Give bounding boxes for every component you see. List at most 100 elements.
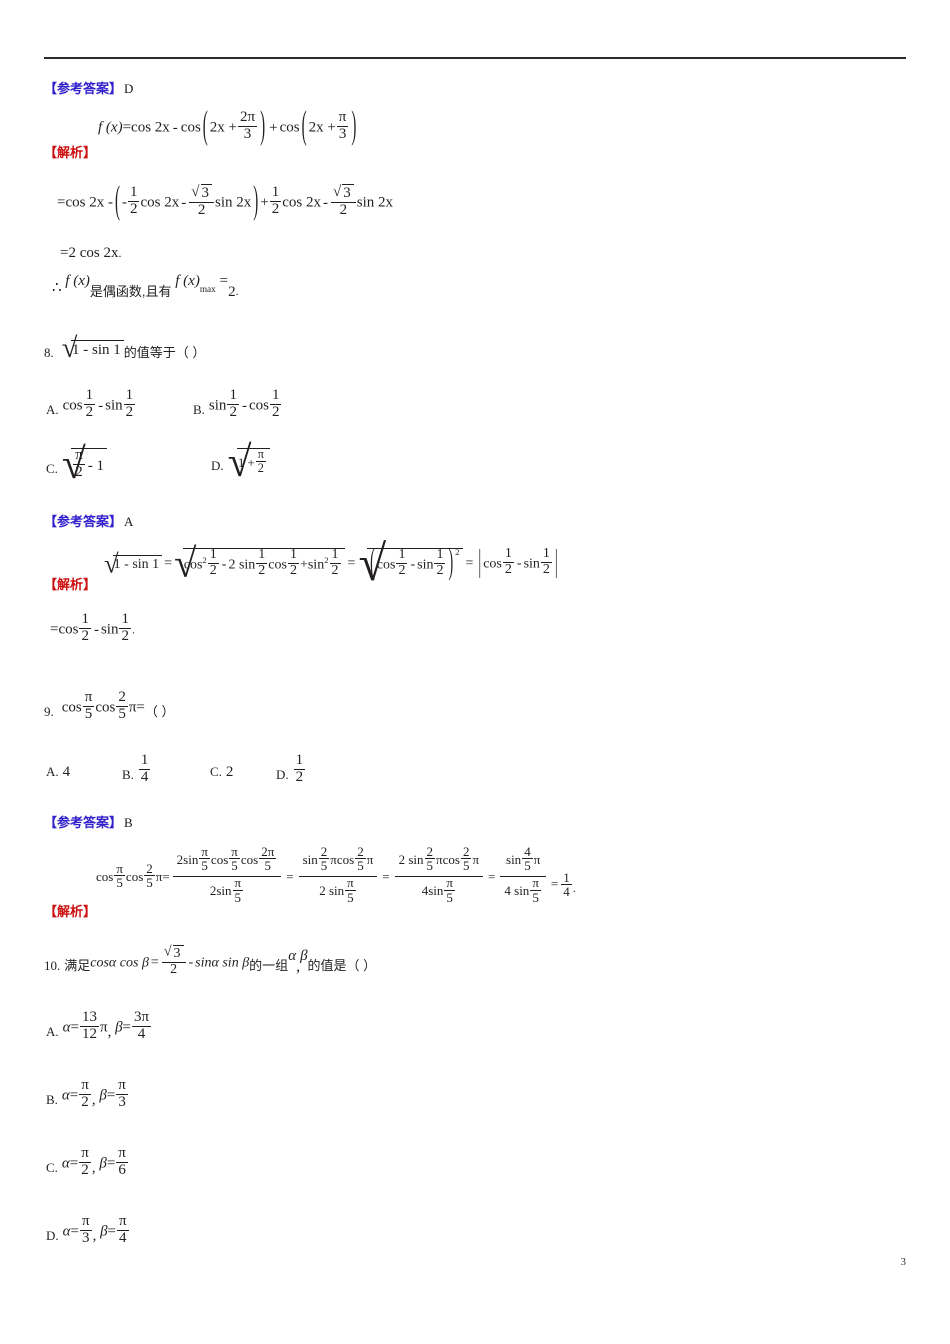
max-value: 2 xyxy=(228,284,236,301)
paren-right: ) xyxy=(253,181,259,223)
q8-option-c[interactable]: C. √ π 2- 1 xyxy=(46,440,108,488)
abs-bar-left: | xyxy=(478,545,482,581)
q9-frac-3: 2 sin 2 5 πcos 2 5 π 4sin π 5 xyxy=(394,843,484,907)
q10-option-a[interactable]: A. α= 13 12 π, β= 3π 4 xyxy=(46,1009,152,1045)
paren-left: ( xyxy=(301,106,307,148)
q9-option-d[interactable]: D. 12 xyxy=(276,752,306,788)
option-letter: C. xyxy=(210,764,222,779)
q7-solution-line-1: f (x)=cos 2x - cos(2x +2π 3) + cos(2x + π 3) xyxy=(98,106,358,148)
paren-left: ( xyxy=(114,181,120,223)
radix-icon: √ xyxy=(332,183,342,200)
paren-group-line2: (-1 2 cos 2x - √ 3 2 sin 2x) xyxy=(113,181,260,223)
equals-1: = xyxy=(286,868,294,884)
beta-den: 6 xyxy=(116,1161,128,1179)
paren-right: ) xyxy=(351,106,357,148)
den: 5 xyxy=(424,858,436,874)
cos-fn-a: cos xyxy=(180,119,201,136)
radix-icon: √ xyxy=(174,540,197,586)
term1-sign: - xyxy=(121,194,127,211)
q9-option-a[interactable]: A. 4 xyxy=(46,763,70,781)
radix-icon: √ xyxy=(191,183,200,200)
num: 1 xyxy=(504,545,512,561)
beta-num: π xyxy=(119,1212,127,1229)
option-b-value: 14 xyxy=(138,751,152,788)
option-letter: D. xyxy=(276,766,289,782)
minus: - xyxy=(516,556,522,572)
num: 1 xyxy=(331,546,339,562)
q10-option-b[interactable]: B. α= π 2, β= π 3 xyxy=(46,1076,129,1113)
alpha-num: π xyxy=(81,1076,89,1093)
rhs: sinα sin β xyxy=(195,955,250,971)
num2: 2 xyxy=(118,688,126,705)
t2-den: 2 xyxy=(189,201,214,219)
option-letter: C. xyxy=(46,460,58,476)
period: . xyxy=(131,622,135,637)
cos-fn-b: cos xyxy=(279,119,300,136)
result-num: 1 xyxy=(563,869,570,885)
q8-option-d[interactable]: D. √ 1 + π 2 xyxy=(211,438,270,486)
lhs: cosα cos β xyxy=(90,955,149,971)
q10-condition: cosα cos β = √ 3 2- sinα sin β xyxy=(90,944,250,979)
cos2x-term: cos 2x xyxy=(131,119,170,136)
cos-1: cos xyxy=(61,699,82,716)
num: 2π xyxy=(261,843,275,859)
q10-option-c[interactable]: C. α= π 2, β= π 6 xyxy=(46,1145,129,1181)
q9-option-c[interactable]: C. 2 xyxy=(210,763,233,781)
operator: - 1 xyxy=(87,457,105,474)
even-function-text: 是偶函数,且有 xyxy=(89,283,172,299)
q9-answer-line: 【参考答案】 B xyxy=(44,812,133,832)
option-letter: B. xyxy=(46,1091,58,1107)
num: π xyxy=(201,843,208,859)
two-sin: 2 sin xyxy=(228,557,256,573)
denominator: 2sin π 5 xyxy=(172,876,282,906)
fx-expr: f (x) xyxy=(65,273,90,290)
num: 2 xyxy=(426,843,434,859)
pi-equals: π= xyxy=(128,699,145,716)
equals: = xyxy=(69,1155,79,1172)
fn2: sin xyxy=(105,397,123,414)
beta-den: 3 xyxy=(116,1093,128,1111)
root-expanded: √ cos2 1 2-2 sin 1 2 cos 1 2 +sin2 1 2 xyxy=(174,541,345,586)
num1: 1 xyxy=(229,386,237,403)
q8-option-b[interactable]: B. sin 1 2- cos 1 2 xyxy=(193,386,282,423)
den: 5 xyxy=(232,889,244,905)
beta-num: π xyxy=(118,1076,126,1093)
den: 5 xyxy=(345,889,356,905)
pi-1: π xyxy=(533,851,541,867)
option-c-value: 2 xyxy=(225,763,234,780)
den2: 2 xyxy=(123,403,136,420)
pi-2: π xyxy=(366,851,374,867)
sin-fn: sin xyxy=(417,557,434,573)
den: 5 xyxy=(530,889,541,905)
t3-num: 1 xyxy=(271,183,280,200)
den: 5 xyxy=(259,858,277,873)
absolute-value-group: | cos 1 2- sin 1 2 | xyxy=(476,545,559,581)
alpha-den: 2 xyxy=(79,1161,91,1179)
cos-1: cos xyxy=(210,851,229,867)
option-a-expr: cos 1 2- sin 1 2 xyxy=(63,387,137,423)
cos-1: cos xyxy=(96,868,114,884)
t4-fn: sin 2x xyxy=(356,194,394,211)
q8-option-a[interactable]: A. cos 1 2- sin 1 2 xyxy=(46,387,137,423)
num: 1 xyxy=(140,751,149,768)
paren-right: ) xyxy=(260,106,266,148)
equals: = xyxy=(70,1223,79,1240)
num: 2 xyxy=(146,860,153,876)
option-d-expr: √ 1 + π 2 xyxy=(228,438,270,486)
frac-a-num: 2π xyxy=(240,108,256,125)
beta-den: 4 xyxy=(117,1229,129,1247)
abs-bar-right: | xyxy=(554,545,558,581)
option-b-expr: α= π 2, β= π 3 xyxy=(62,1076,129,1113)
t2-fn: sin 2x xyxy=(215,194,252,211)
den1: 5 xyxy=(82,705,95,723)
option-letter: A. xyxy=(46,1023,59,1039)
q9-option-b[interactable]: B. 14 xyxy=(122,751,152,788)
q9-answer-value: B xyxy=(124,815,133,830)
q10-option-d[interactable]: D. α= π 3, β= π 4 xyxy=(46,1212,130,1249)
radicand: π2- 1 xyxy=(71,447,108,483)
num: 2 xyxy=(320,843,328,859)
radicand-expanded: cos2 1 2-2 sin 1 2 cos 1 2 +sin2 1 2 xyxy=(182,546,345,580)
alpha-den: 3 xyxy=(79,1229,92,1247)
fn1: sin xyxy=(208,397,227,414)
radix-icon: √ xyxy=(163,944,172,960)
